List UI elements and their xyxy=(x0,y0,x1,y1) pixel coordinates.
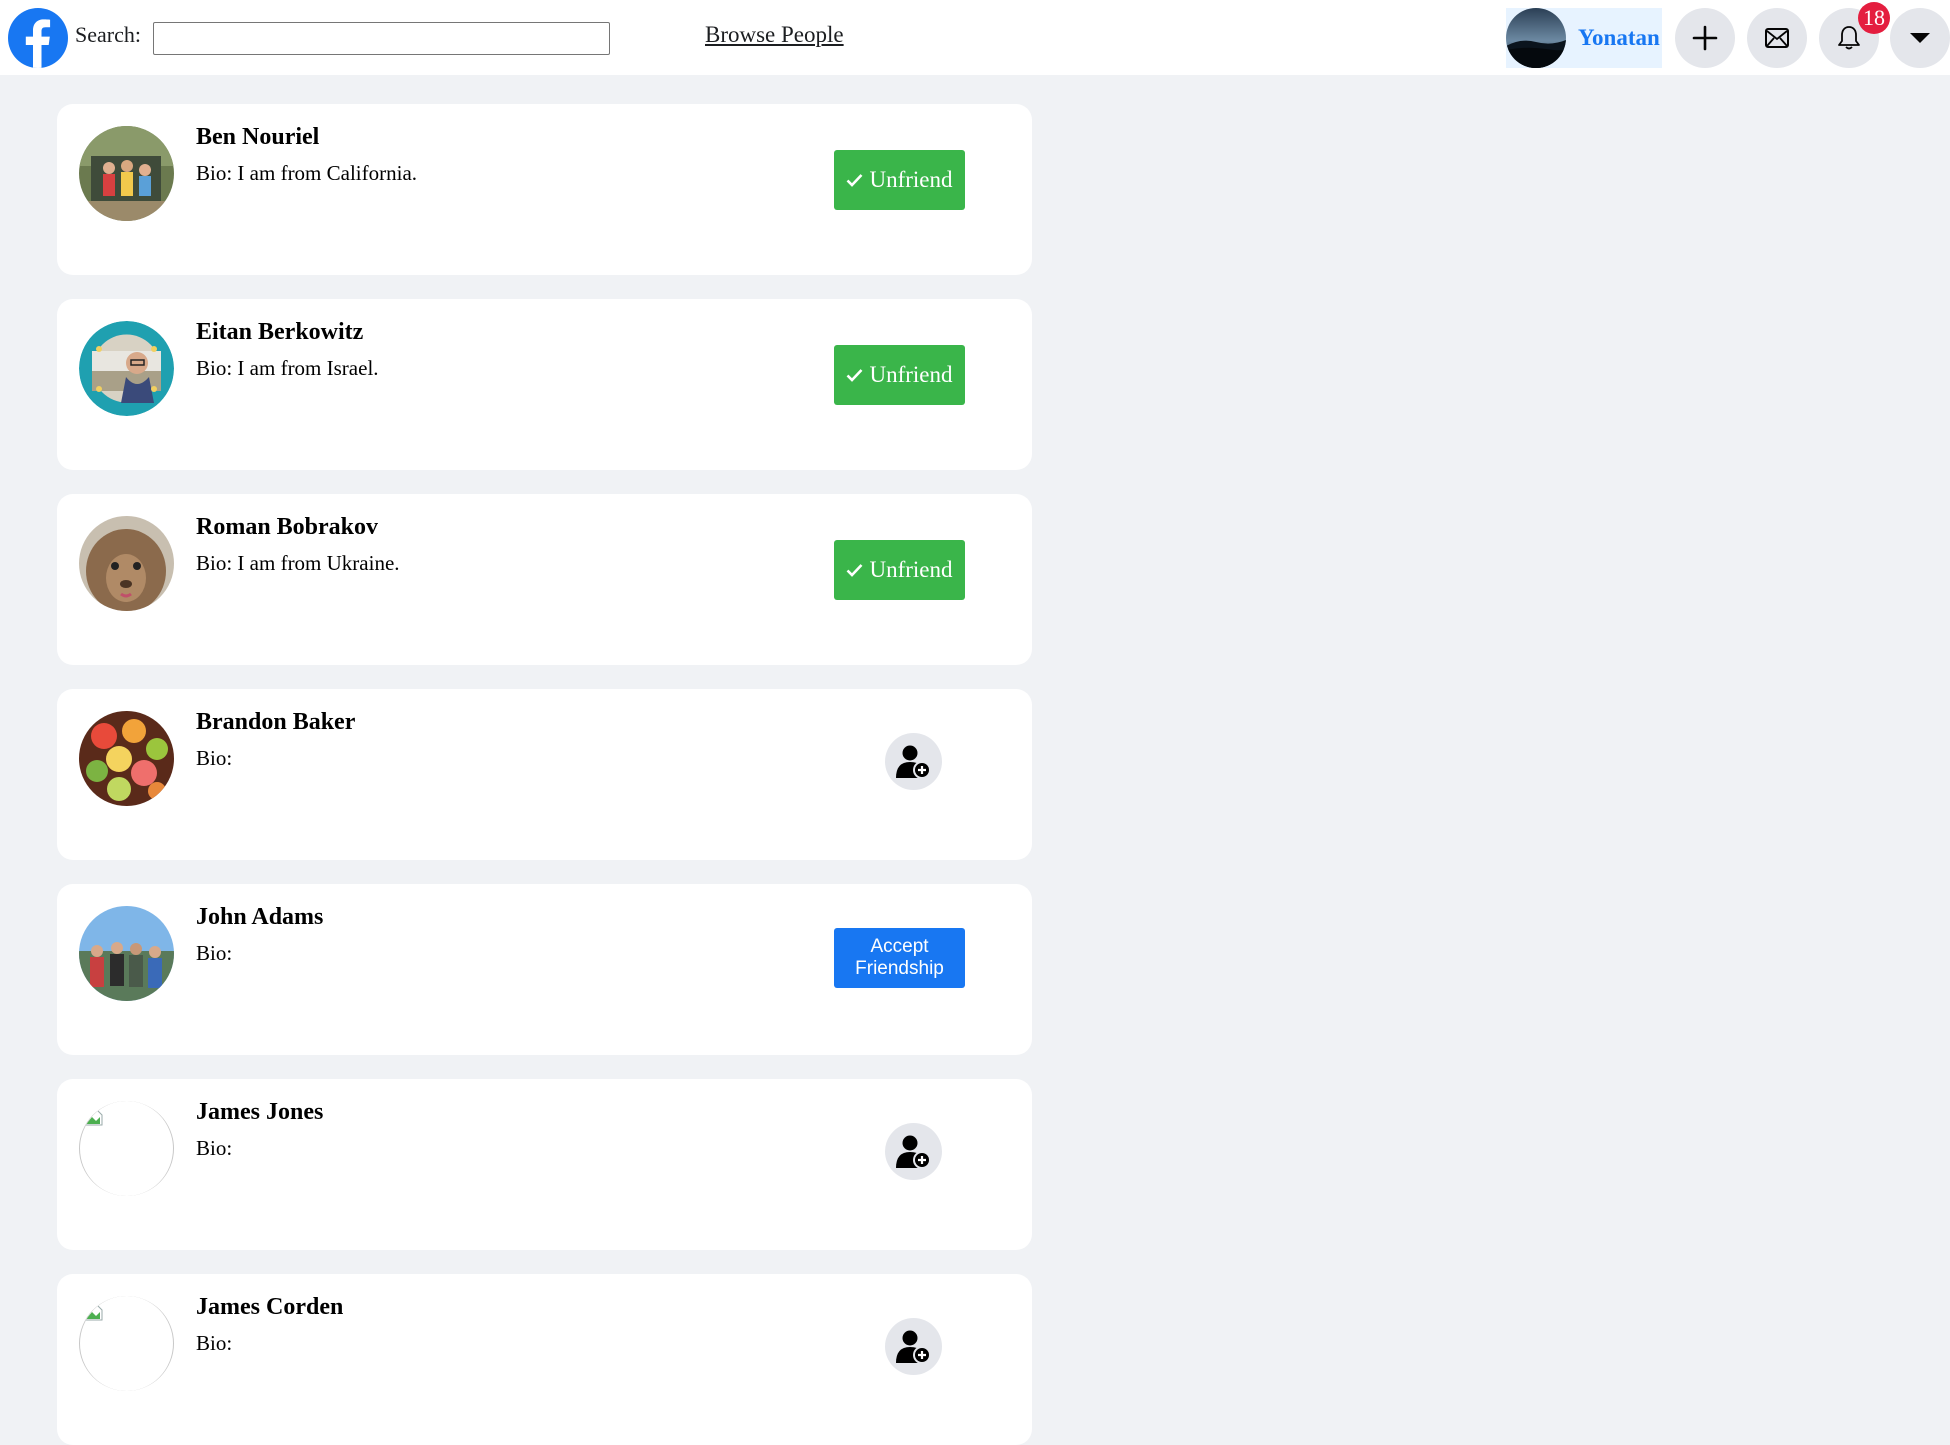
unfriend-label: Unfriend xyxy=(869,167,953,192)
person-bio: Bio: I am from California. xyxy=(196,161,418,185)
add-friend-button[interactable] xyxy=(885,1318,942,1375)
broken-image-icon[interactable] xyxy=(79,1296,174,1391)
add-friend-button[interactable] xyxy=(885,1123,942,1180)
checkmark-icon xyxy=(846,368,863,382)
add-friend-icon xyxy=(895,1135,931,1169)
search-label: Search: xyxy=(75,22,141,47)
add-friend-icon xyxy=(895,745,931,779)
unfriend-label: Unfriend xyxy=(869,557,953,582)
person-card: Eitan Berkowitz Bio: I am from Israel. U… xyxy=(57,299,1032,470)
avatar[interactable] xyxy=(79,711,174,806)
avatar[interactable] xyxy=(79,321,174,416)
broken-image-icon[interactable] xyxy=(79,1101,174,1196)
person-bio: Bio: I am from Ukraine. xyxy=(196,551,400,575)
bell-icon xyxy=(1838,26,1860,50)
plus-icon xyxy=(1692,25,1718,51)
avatar[interactable] xyxy=(79,906,174,1001)
person-name[interactable]: Roman Bobrakov xyxy=(196,514,378,541)
person-name[interactable]: Ben Nouriel xyxy=(196,124,319,151)
person-card: Roman Bobrakov Bio: I am from Ukraine. U… xyxy=(57,494,1032,665)
envelope-icon xyxy=(1765,28,1789,48)
avatar[interactable] xyxy=(79,126,174,221)
person-card: James Corden Bio: xyxy=(57,1274,1032,1445)
avatar[interactable] xyxy=(79,516,174,611)
caret-down-icon xyxy=(1910,33,1930,43)
person-bio: Bio: xyxy=(196,746,233,770)
checkmark-icon xyxy=(846,563,863,577)
unfriend-button[interactable]: Unfriend xyxy=(834,345,965,405)
person-name[interactable]: James Corden xyxy=(196,1294,343,1321)
person-card: John Adams Bio: Accept Friendship xyxy=(57,884,1032,1055)
profile-chip[interactable]: Yonatan xyxy=(1506,8,1662,68)
messages-button[interactable] xyxy=(1747,8,1807,68)
create-button[interactable] xyxy=(1675,8,1735,68)
person-bio: Bio: xyxy=(196,941,233,965)
notification-badge: 18 xyxy=(1858,2,1890,34)
person-bio: Bio: xyxy=(196,1136,233,1160)
unfriend-button[interactable]: Unfriend xyxy=(834,540,965,600)
person-name[interactable]: John Adams xyxy=(196,904,323,931)
add-friend-button[interactable] xyxy=(885,733,942,790)
person-card: Ben Nouriel Bio: I am from California. U… xyxy=(57,104,1032,275)
user-name: Yonatan xyxy=(1578,25,1660,50)
facebook-logo-icon[interactable] xyxy=(8,8,68,68)
person-name[interactable]: Eitan Berkowitz xyxy=(196,319,363,346)
unfriend-button[interactable]: Unfriend xyxy=(834,150,965,210)
avatar xyxy=(1506,8,1566,68)
accept-friendship-button[interactable]: Accept Friendship xyxy=(834,928,965,988)
add-friend-icon xyxy=(895,1330,931,1364)
person-card: Brandon Baker Bio: xyxy=(57,689,1032,860)
person-bio: Bio: xyxy=(196,1331,233,1355)
browse-people-link[interactable]: Browse People xyxy=(705,22,844,48)
person-bio: Bio: I am from Israel. xyxy=(196,356,379,380)
search-input[interactable] xyxy=(153,22,610,55)
person-name[interactable]: James Jones xyxy=(196,1099,323,1126)
account-menu-button[interactable] xyxy=(1890,8,1950,68)
top-navigation-bar: Search: Browse People Yonatan 18 xyxy=(0,0,1950,75)
person-name[interactable]: Brandon Baker xyxy=(196,709,355,736)
person-card: James Jones Bio: xyxy=(57,1079,1032,1250)
checkmark-icon xyxy=(846,173,863,187)
unfriend-label: Unfriend xyxy=(869,362,953,387)
